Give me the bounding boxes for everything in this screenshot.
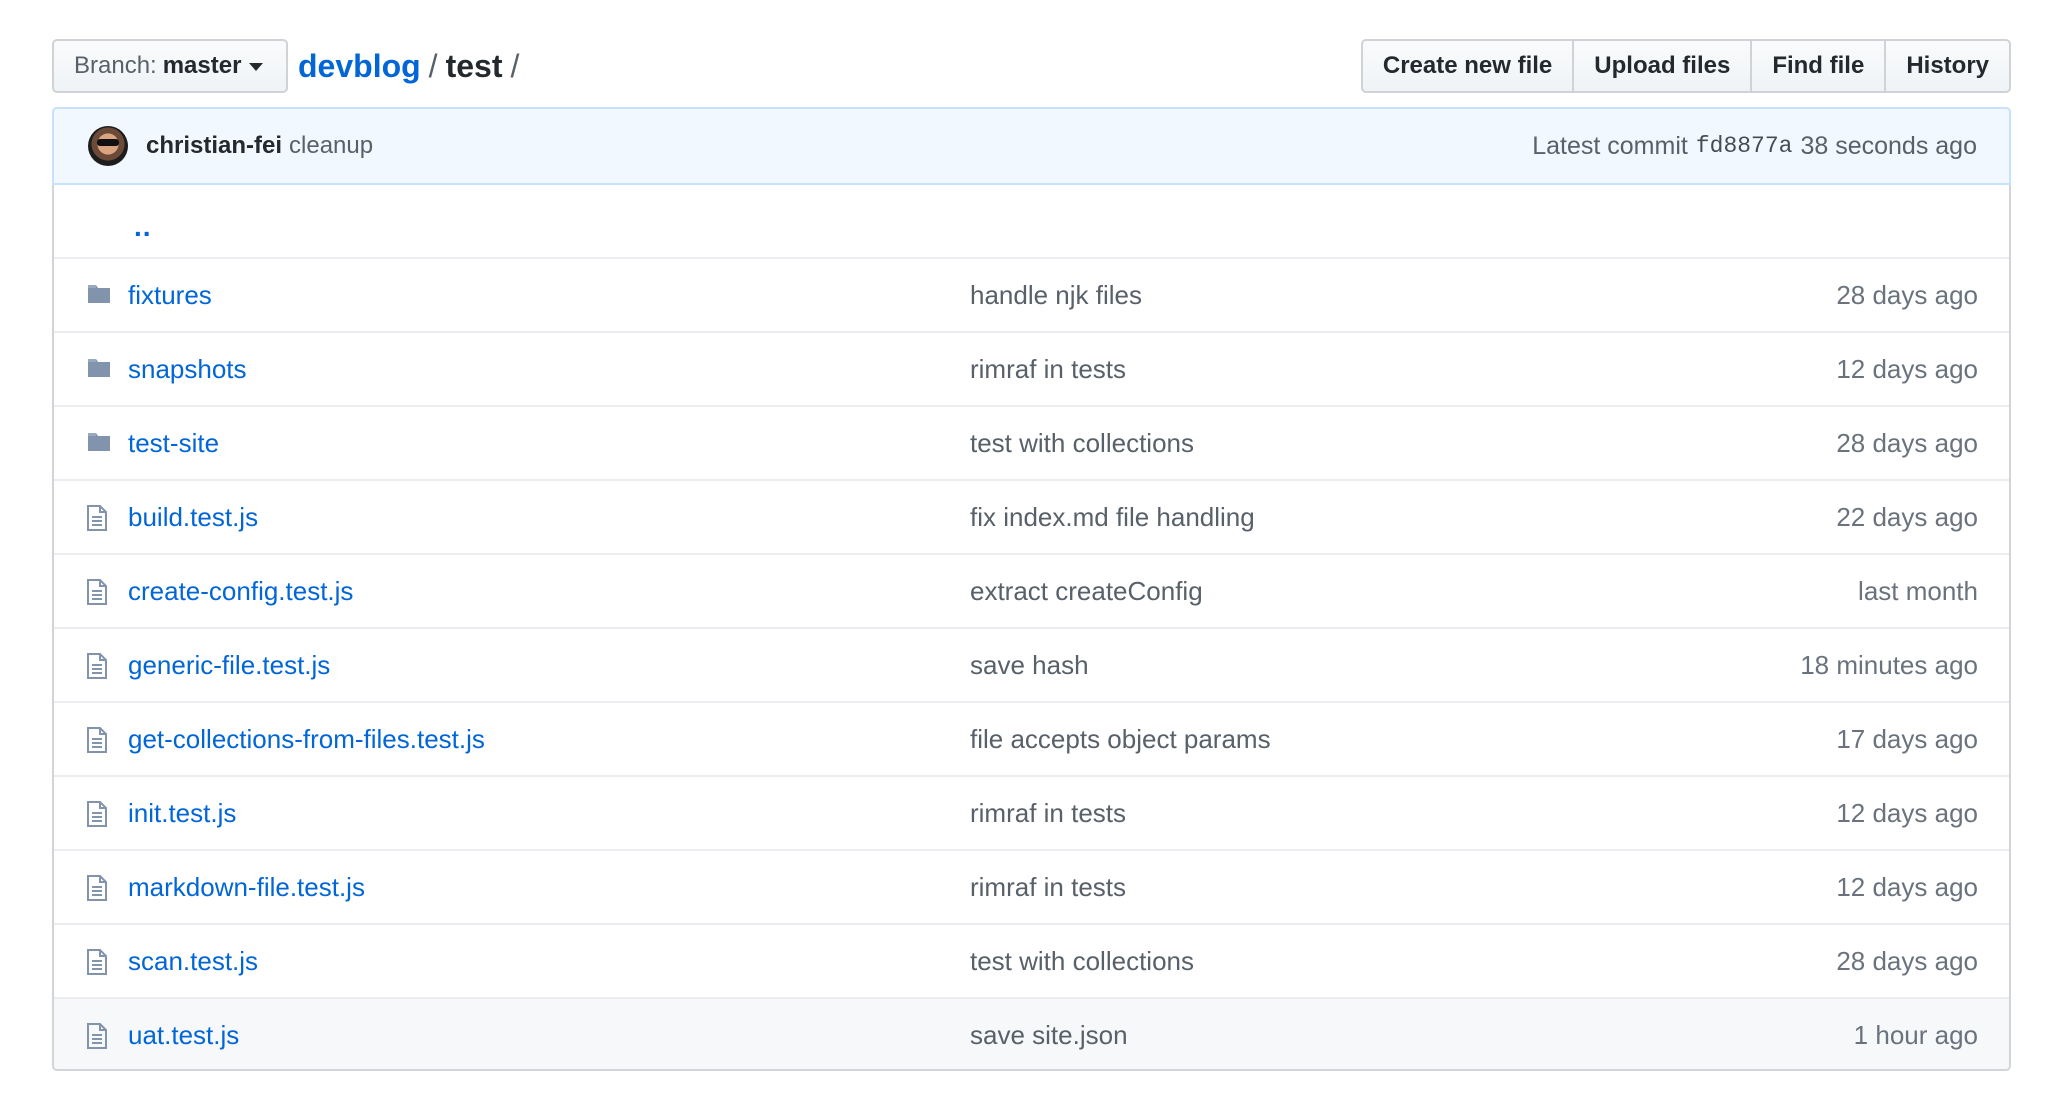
file-list-container: christian-fei cleanup Latest commit fd88…	[52, 107, 2011, 1071]
commit-meta: Latest commit fd8877a 38 seconds ago	[1532, 132, 1977, 161]
file-actions-group: Create new file Upload files Find file H…	[1360, 39, 2011, 93]
branch-prefix: Branch:	[74, 52, 157, 79]
file-row[interactable]: snapshots rimraf in tests 12 days ago	[54, 331, 2009, 405]
parent-directory-link[interactable]: ..	[134, 211, 152, 243]
upload-files-button[interactable]: Upload files	[1572, 39, 1753, 93]
file-commit-message-link[interactable]: test with collections	[970, 428, 1194, 459]
avatar[interactable]	[88, 126, 128, 166]
file-icon	[86, 801, 112, 827]
file-icon	[86, 727, 112, 753]
file-icon	[86, 505, 112, 531]
file-row[interactable]: build.test.js fix index.md file handling 2…	[54, 479, 2009, 553]
commit-author-link[interactable]: christian-fei	[146, 132, 282, 160]
file-icon	[86, 875, 112, 901]
commit-age: 38 seconds ago	[1800, 131, 1977, 160]
file-name-link[interactable]: init.test.js	[128, 798, 236, 829]
latest-commit-label: Latest commit	[1532, 131, 1688, 160]
file-row[interactable]: fixtures handle njk files 28 days ago	[54, 257, 2009, 331]
file-commit-message-link[interactable]: file accepts object params	[970, 724, 1271, 755]
latest-commit-bar: christian-fei cleanup Latest commit fd88…	[54, 109, 2009, 185]
file-name-link[interactable]: snapshots	[128, 354, 247, 385]
file-name-link[interactable]: build.test.js	[128, 502, 258, 533]
find-file-button[interactable]: Find file	[1750, 39, 1887, 93]
file-row[interactable]: test-site test with collections 28 days ag…	[54, 405, 2009, 479]
file-icon	[86, 653, 112, 679]
file-name-link[interactable]: test-site	[128, 428, 219, 459]
file-age: 22 days ago	[1836, 501, 1978, 532]
file-age: 17 days ago	[1836, 723, 1978, 754]
file-commit-message-link[interactable]: rimraf in tests	[970, 354, 1126, 385]
file-age: 12 days ago	[1836, 871, 1978, 902]
file-age: 28 days ago	[1836, 279, 1978, 310]
folder-icon	[86, 357, 112, 381]
breadcrumb: devblog / test /	[298, 39, 527, 93]
file-rows: fixtures handle njk files 28 days ago snaps…	[54, 257, 2009, 1069]
file-row[interactable]: uat.test.js save site.json 1 hour ago	[54, 997, 2009, 1069]
breadcrumb-repo-link[interactable]: devblog	[298, 48, 421, 85]
file-name-link[interactable]: get-collections-from-files.test.js	[128, 724, 485, 755]
file-name-link[interactable]: scan.test.js	[128, 946, 258, 977]
file-age: last month	[1858, 575, 1978, 606]
file-age: 18 minutes ago	[1800, 649, 1978, 680]
file-name-link[interactable]: fixtures	[128, 280, 212, 311]
file-age: 28 days ago	[1836, 427, 1978, 458]
file-name-link[interactable]: create-config.test.js	[128, 576, 353, 607]
avatar-glasses	[97, 139, 119, 146]
file-icon	[86, 579, 112, 605]
folder-icon	[86, 283, 112, 307]
file-row[interactable]: init.test.js rimraf in tests 12 days ago	[54, 775, 2009, 849]
file-commit-message-link[interactable]: handle njk files	[970, 280, 1142, 311]
file-commit-message-link[interactable]: save hash	[970, 650, 1089, 681]
file-age: 28 days ago	[1836, 945, 1978, 976]
file-row[interactable]: scan.test.js test with collections 28 days…	[54, 923, 2009, 997]
file-commit-message-link[interactable]: rimraf in tests	[970, 872, 1126, 903]
file-age: 12 days ago	[1836, 797, 1978, 828]
file-commit-message-link[interactable]: save site.json	[970, 1020, 1128, 1051]
file-icon	[86, 949, 112, 975]
file-icon	[86, 1023, 112, 1049]
file-row[interactable]: get-collections-from-files.test.js file a…	[54, 701, 2009, 775]
parent-directory-row[interactable]: ..	[54, 185, 2009, 257]
file-name-link[interactable]: generic-file.test.js	[128, 650, 330, 681]
history-button[interactable]: History	[1884, 39, 2011, 93]
file-row[interactable]: markdown-file.test.js rimraf in tests 12 d…	[54, 849, 2009, 923]
folder-icon	[86, 431, 112, 455]
file-commit-message-link[interactable]: fix index.md file handling	[970, 502, 1255, 533]
breadcrumb-separator: /	[428, 47, 438, 84]
caret-down-icon	[249, 63, 264, 71]
commit-message-link[interactable]: cleanup	[289, 132, 373, 160]
branch-select-button[interactable]: Branch: master	[52, 39, 288, 93]
file-age: 12 days ago	[1836, 353, 1978, 384]
file-name-link[interactable]: uat.test.js	[128, 1020, 239, 1051]
breadcrumb-current-folder: test	[445, 47, 503, 84]
file-row[interactable]: create-config.test.js extract createConfi…	[54, 553, 2009, 627]
file-age: 1 hour ago	[1853, 1019, 1978, 1050]
file-row[interactable]: generic-file.test.js save hash 18 minutes …	[54, 627, 2009, 701]
file-commit-message-link[interactable]: test with collections	[970, 946, 1194, 977]
file-name-link[interactable]: markdown-file.test.js	[128, 872, 365, 903]
breadcrumb-separator: /	[510, 47, 520, 84]
file-navigation: Branch: master devblog / test / Create n…	[52, 39, 2011, 93]
file-commit-message-link[interactable]: extract createConfig	[970, 576, 1203, 607]
create-new-file-button[interactable]: Create new file	[1360, 39, 1575, 93]
commit-sha-link[interactable]: fd8877a	[1696, 133, 1793, 159]
file-commit-message-link[interactable]: rimraf in tests	[970, 798, 1126, 829]
branch-name: master	[162, 52, 242, 79]
